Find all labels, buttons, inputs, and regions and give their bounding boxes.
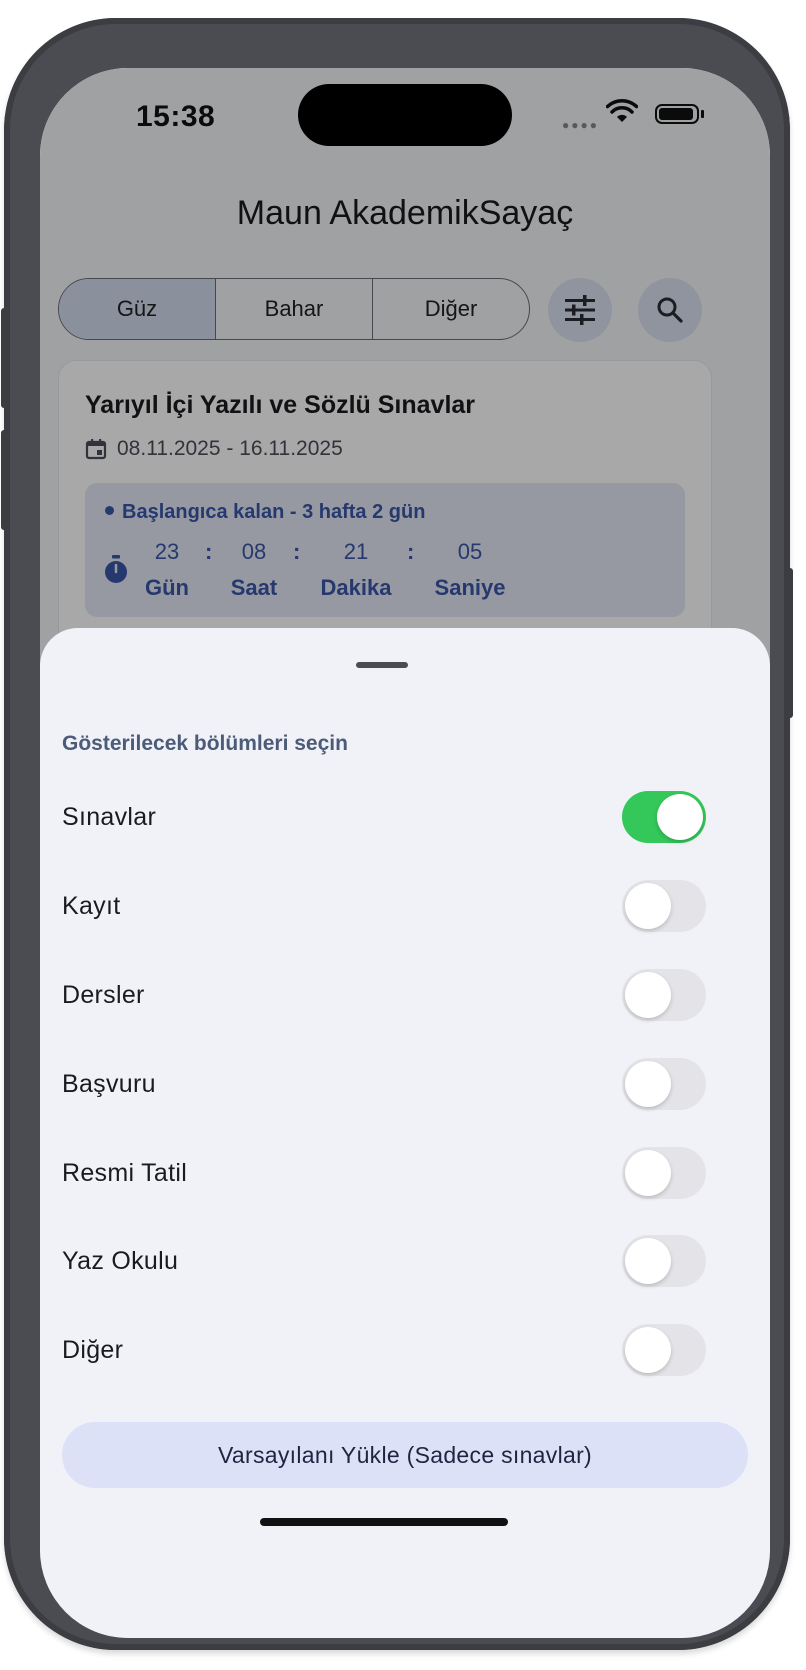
- sheet-title: Gösterilecek bölümleri seçin: [62, 732, 348, 755]
- toggle-label: Resmi Tatil: [62, 1159, 188, 1187]
- phone-frame: 15:38 ●●●● Maun AkademikSayaç Güz Bahar …: [1, 18, 793, 1650]
- toggle-knob: [625, 883, 671, 929]
- toggle-row-kayit: Kayıt: [62, 878, 706, 938]
- toggle-switch-resmi-tatil[interactable]: [622, 1147, 706, 1199]
- toggle-row-dersler: Dersler: [62, 967, 706, 1027]
- toggle-row-diger: Diğer: [62, 1322, 706, 1382]
- home-indicator[interactable]: [260, 1518, 508, 1526]
- toggle-row-sinavlar: Sınavlar: [62, 789, 706, 849]
- toggle-knob: [657, 794, 703, 840]
- section-filter-sheet: Gösterilecek bölümleri seçin Sınavlar Ka…: [40, 628, 770, 1638]
- toggle-label: Başvuru: [62, 1070, 156, 1098]
- toggle-switch-diger[interactable]: [622, 1324, 706, 1376]
- volume-up-button: [1, 308, 7, 408]
- power-button: [787, 568, 793, 718]
- toggle-switch-yaz-okulu[interactable]: [622, 1235, 706, 1287]
- toggle-knob: [625, 1061, 671, 1107]
- toggle-label: Dersler: [62, 981, 145, 1009]
- volume-down-button: [1, 430, 7, 530]
- toggle-switch-sinavlar[interactable]: [622, 791, 706, 843]
- screen: 15:38 ●●●● Maun AkademikSayaç Güz Bahar …: [40, 68, 770, 1638]
- toggle-switch-basvuru[interactable]: [622, 1058, 706, 1110]
- toggle-label: Diğer: [62, 1336, 124, 1364]
- toggle-knob: [625, 1150, 671, 1196]
- toggle-switch-dersler[interactable]: [622, 969, 706, 1021]
- toggle-label: Sınavlar: [62, 803, 157, 831]
- toggle-knob: [625, 972, 671, 1018]
- toggle-row-basvuru: Başvuru: [62, 1056, 706, 1116]
- toggle-knob: [625, 1327, 671, 1373]
- toggle-switch-kayit[interactable]: [622, 880, 706, 932]
- toggle-row-yaz-okulu: Yaz Okulu: [62, 1233, 706, 1293]
- sheet-drag-handle[interactable]: [356, 662, 408, 668]
- toggle-knob: [625, 1238, 671, 1284]
- load-defaults-button[interactable]: Varsayılanı Yükle (Sadece sınavlar): [62, 1422, 748, 1488]
- toggle-label: Kayıt: [62, 892, 121, 920]
- toggle-label: Yaz Okulu: [62, 1247, 179, 1275]
- toggle-row-resmi-tatil: Resmi Tatil: [62, 1145, 706, 1205]
